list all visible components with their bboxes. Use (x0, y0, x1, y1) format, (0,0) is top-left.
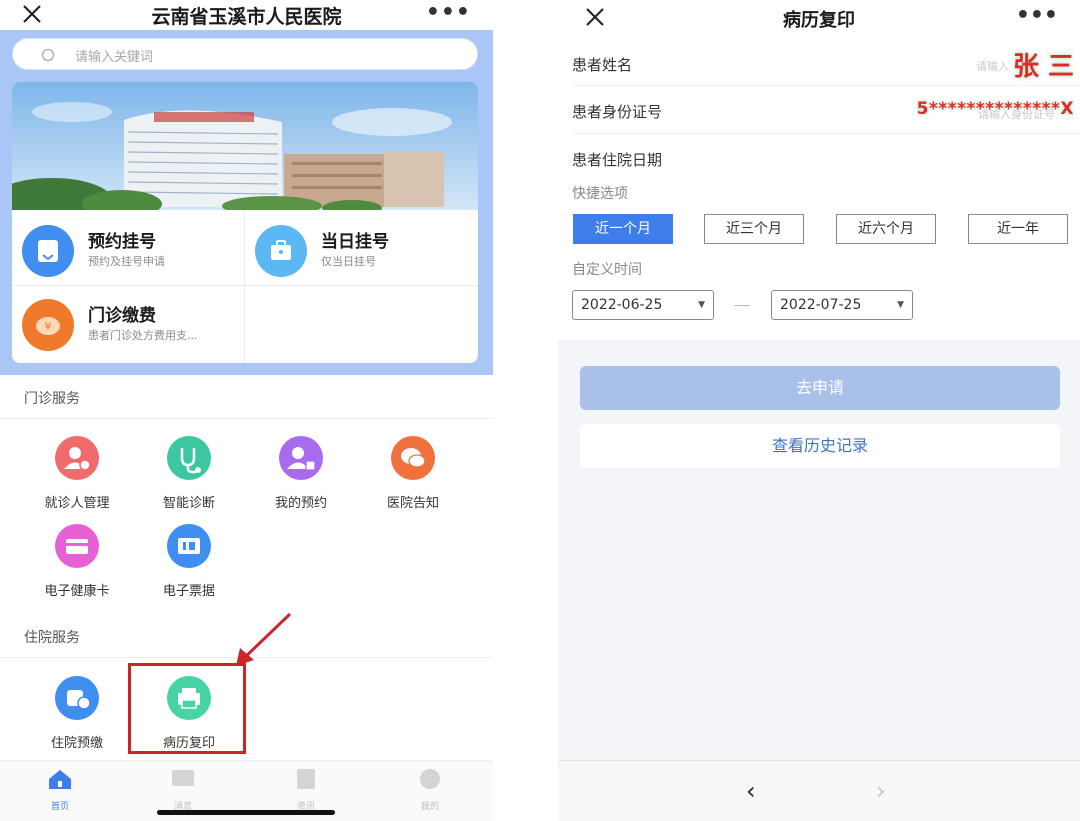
calendar-icon (22, 225, 74, 277)
service-subtitle: 仅当日挂号 (321, 255, 376, 268)
tab-home[interactable]: 首页 (30, 767, 90, 812)
briefcase-icon (255, 225, 307, 277)
more-options-icon[interactable]: ••• (426, 0, 471, 25)
grid-item-label: 住院预缴 (50, 736, 103, 751)
date-from-select[interactable]: 2022-06-25 ▼ (572, 290, 714, 320)
service-title: 当日挂号 (321, 232, 389, 252)
tab-messages[interactable]: 消息 (153, 767, 213, 812)
section-outpatient: 门诊服务 (24, 391, 80, 407)
grid-item-label: 智能诊断 (162, 496, 215, 511)
divider (244, 210, 245, 363)
grid-item-hospital-notice[interactable]: 医院告知 (363, 436, 463, 511)
left-title-bar: 云南省玉溪市人民医院 ••• (0, 0, 493, 30)
chevron-down-icon: ▼ (698, 300, 705, 310)
profile-icon (420, 769, 440, 789)
right-title-bar: 病历复印 ••• (558, 0, 1080, 38)
quick-option-3-months[interactable]: 近三个月 (704, 214, 804, 244)
page-title: 病历复印 (783, 10, 855, 31)
highlight-box (128, 663, 246, 754)
service-subtitle: 患者门诊处方费用支... (88, 329, 198, 342)
patient-name-label: 患者姓名 (572, 56, 633, 74)
grid-item-my-appointment[interactable]: 我的预约 (251, 436, 351, 511)
quick-options-label: 快捷选项 (572, 186, 628, 202)
grid-item-label: 电子健康卡 (44, 584, 110, 599)
tab-label: 首页 (50, 802, 69, 812)
grid-item-patient-manage[interactable]: 就诊人管理 (27, 436, 127, 511)
receipt-icon (167, 524, 211, 568)
grid-item-smart-diagnosis[interactable]: 智能诊断 (139, 436, 239, 511)
quick-option-1-year[interactable]: 近一年 (968, 214, 1068, 244)
left-phone-screen: 云南省玉溪市人民医院 ••• 请输入关键词 预约挂号 预约及挂号申请 当日挂号 … (0, 0, 493, 821)
chat-bubble-icon (391, 436, 435, 480)
grid-item-e-receipt[interactable]: 电子票据 (139, 524, 239, 599)
divider (572, 133, 1080, 134)
patient-name-hint: 请输入 (976, 60, 1009, 73)
date-range-separator (734, 305, 750, 306)
date-to-select[interactable]: 2022-07-25 ▼ (771, 290, 913, 320)
grid-item-inpatient-prepay[interactable]: 住院预缴 (27, 676, 127, 751)
message-icon (172, 770, 194, 786)
search-placeholder: 请输入关键词 (75, 50, 154, 65)
record-copy-form: 患者姓名 请输入 张 三 患者身份证号 请输入身份证号 5***********… (558, 38, 1080, 340)
grid-item-label: 医院告知 (386, 496, 439, 511)
stethoscope-icon (167, 436, 211, 480)
service-subtitle: 预约及挂号申请 (88, 255, 165, 268)
section-inpatient: 住院服务 (24, 630, 80, 646)
service-today[interactable]: 当日挂号 仅当日挂号 (245, 213, 478, 285)
divider (572, 85, 1080, 86)
search-icon (41, 48, 55, 62)
svg-text:¥: ¥ (45, 320, 52, 333)
health-card-icon (55, 524, 99, 568)
browser-nav-bar: ‹ › (558, 760, 1080, 821)
search-input[interactable]: 请输入关键词 (12, 38, 478, 70)
service-outpatient-fee[interactable]: ¥ 门诊缴费 患者门诊处方费用支... (12, 287, 244, 359)
back-arrow-icon[interactable]: ‹ (746, 777, 756, 805)
divider (0, 418, 493, 419)
grid-item-label: 电子票据 (162, 584, 215, 599)
tab-mine[interactable]: 我的 (400, 767, 460, 812)
chevron-down-icon: ▼ (897, 300, 904, 310)
news-icon (297, 769, 315, 789)
quick-option-1-month[interactable]: 近一个月 (573, 214, 673, 244)
service-title: 预约挂号 (88, 232, 156, 252)
right-phone-screen: 病历复印 ••• 患者姓名 请输入 张 三 患者身份证号 请输入身份证号 5**… (558, 0, 1080, 821)
hospital-banner-image (12, 82, 478, 210)
yen-coin-icon: ¥ (22, 299, 74, 351)
date-to-value: 2022-07-25 (780, 297, 862, 313)
grid-item-label: 我的预约 (274, 496, 327, 511)
my-appointment-icon (279, 436, 323, 480)
more-options-icon[interactable]: ••• (1016, 3, 1058, 28)
tab-news[interactable]: 资讯 (276, 767, 336, 812)
patient-name-field[interactable]: 张 三 (1013, 46, 1074, 83)
service-booking[interactable]: 预约挂号 预约及挂号申请 (12, 213, 244, 285)
grid-item-label: 就诊人管理 (44, 496, 110, 511)
divider (12, 285, 478, 286)
patient-id-label: 患者身份证号 (572, 103, 663, 121)
patient-id-field[interactable]: 5**************X (917, 99, 1074, 119)
annotation-arrow (236, 612, 292, 666)
service-title: 门诊缴费 (88, 306, 156, 326)
admission-date-label: 患者住院日期 (572, 151, 663, 169)
grid-item-health-card[interactable]: 电子健康卡 (27, 524, 127, 599)
patient-manage-icon (55, 436, 99, 480)
custom-time-label: 自定义时间 (572, 262, 642, 278)
page-title: 云南省玉溪市人民医院 (151, 6, 342, 28)
services-card: 预约挂号 预约及挂号申请 当日挂号 仅当日挂号 ¥ 门诊缴费 患者门诊处方费用支… (12, 82, 478, 363)
tab-label: 我的 (420, 802, 439, 812)
date-from-value: 2022-06-25 (581, 297, 663, 313)
quick-option-6-months[interactable]: 近六个月 (836, 214, 936, 244)
view-history-button[interactable]: 查看历史记录 (580, 424, 1060, 468)
home-icon (49, 770, 71, 789)
home-indicator (157, 810, 335, 815)
apply-button[interactable]: 去申请 (580, 366, 1060, 410)
forward-arrow-icon[interactable]: › (876, 777, 886, 805)
prepay-icon (55, 676, 99, 720)
